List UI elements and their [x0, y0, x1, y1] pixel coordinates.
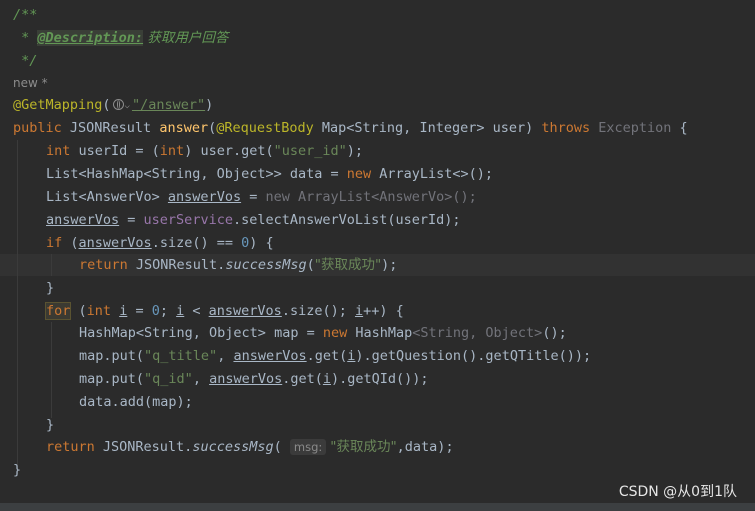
code-line: List<HashMap<String, Object>> data = new… — [46, 166, 494, 182]
code-line: HashMap<String, Object> map = new HashMa… — [79, 325, 567, 341]
chevron-down-icon[interactable]: ⌵ — [125, 95, 130, 117]
code-author-hint[interactable]: new * — [13, 72, 48, 94]
doc-tag: @Description: — [37, 30, 144, 46]
globe-icon[interactable] — [112, 99, 124, 110]
doc-comment-open: /** — [13, 7, 38, 23]
code-line: } — [46, 417, 55, 433]
get-mapping-line: @GetMapping(⌵ "/answer") — [13, 94, 213, 116]
method-closing-brace: } — [13, 462, 22, 478]
doc-comment-close: */ — [13, 53, 38, 69]
code-line: for (int i = 0; i < answerVos.size(); i+… — [44, 302, 404, 320]
code-editor[interactable]: /** * @Description: 获取用户回答 */ new * @Get… — [0, 0, 755, 511]
indent-guide — [51, 322, 52, 418]
code-line: if (answerVos.size() == 0) { — [46, 235, 274, 251]
parameter-hint: msg: — [289, 439, 327, 455]
indent-guide — [51, 254, 52, 276]
code-line: return JSONResult.successMsg("获取成功"); — [79, 257, 398, 273]
code-line: } — [46, 280, 55, 296]
method-signature: public JSONResult answer(@RequestBody Ma… — [13, 120, 688, 136]
code-line: return JSONResult.successMsg( msg: "获取成功"… — [46, 439, 454, 455]
endpoint-path[interactable]: "/answer" — [132, 97, 205, 113]
code-line: answerVos = userService.selectAnswerVoLi… — [46, 212, 461, 228]
watermark: CSDN @从0到1队 — [618, 484, 737, 500]
code-line: int userId = (int) user.get("user_id"); — [46, 143, 364, 159]
editor-bottom-bar — [0, 503, 755, 511]
doc-comment-description: * @Description: 获取用户回答 — [13, 30, 229, 46]
indent-guide — [17, 140, 18, 474]
code-line: List<AnswerVo> answerVos = new ArrayList… — [46, 189, 477, 205]
code-line: map.put("q_id", answerVos.get(i).getQId(… — [79, 371, 429, 387]
code-line: map.put("q_title", answerVos.get(i).getQ… — [79, 348, 592, 364]
code-line: data.add(map); — [79, 394, 193, 410]
